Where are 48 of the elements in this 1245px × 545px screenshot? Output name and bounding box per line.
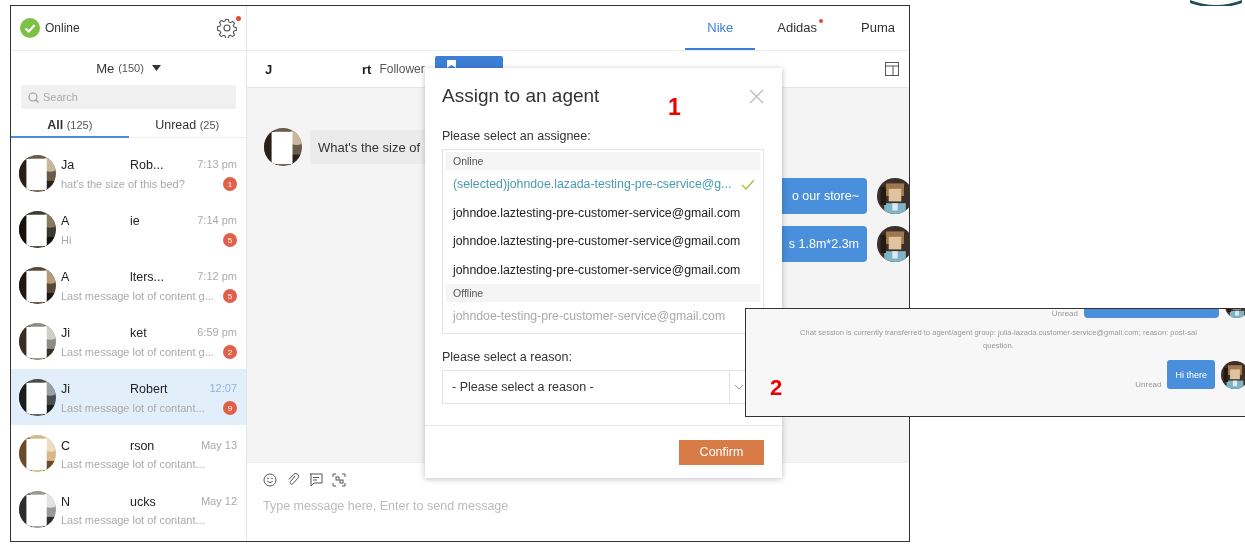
contact-name: A: [61, 214, 71, 228]
message-preview: Last message lot of contant...: [61, 514, 205, 526]
message-preview: Last message lot of contant...: [61, 402, 205, 414]
contact-name: Ja: [61, 158, 76, 172]
message-bubble: Hi there: [1167, 360, 1215, 389]
contact-name: Ji: [61, 382, 72, 396]
contact-name: rt: [362, 61, 372, 77]
message-time: 6:59 pm: [197, 326, 237, 338]
contact-name: A: [61, 270, 71, 284]
group-header: Online: [446, 152, 760, 170]
contact-name: C: [61, 439, 72, 453]
unread-badge: 9: [223, 401, 237, 415]
assignee-option: johndoe-testing-pre-customer-service@gmail.com: [446, 302, 760, 331]
contact-name: ket: [130, 326, 147, 340]
field-label: Please select a reason:: [442, 349, 573, 364]
group-header: Offline: [446, 284, 760, 302]
message-time: May 13: [200, 439, 237, 451]
contact-name: ie: [130, 214, 140, 228]
unread-badge: 2: [223, 345, 237, 359]
contact-name: N: [61, 495, 72, 509]
follower-label: Follower: [379, 62, 425, 76]
message-time: 7:13 pm: [197, 158, 237, 170]
message-time: 12:07: [209, 382, 237, 394]
contact-name: J: [265, 61, 274, 77]
message-time: 7:14 pm: [197, 214, 237, 226]
contact-name: lters...: [130, 270, 165, 284]
contact-name: ucks: [130, 495, 156, 509]
unread-badge: 1: [223, 177, 237, 191]
contact-name: rson: [130, 439, 155, 453]
contact-name: Ji: [61, 326, 72, 340]
dialog-title: Assign to an agent: [442, 85, 600, 107]
message-preview: Last message lot of content g...: [61, 290, 214, 302]
message-preview: Hi: [61, 234, 72, 246]
message-preview: Last message lot of content g...: [61, 346, 214, 358]
contact-name: Rob...: [130, 158, 164, 172]
message-preview: hat's the size of this bed?: [61, 178, 185, 190]
message-time: May 12: [200, 495, 237, 507]
message-status: Unread: [1135, 380, 1162, 389]
message-time: 7:12 pm: [197, 270, 237, 282]
annotation-number: 2: [770, 375, 783, 401]
message-status: Unread: [1051, 309, 1078, 318]
contact-name: Robert: [130, 382, 168, 396]
annotation-number: 1: [668, 94, 681, 121]
status-label: Online: [45, 21, 80, 35]
message-preview: Last message lot of contant...: [61, 458, 205, 470]
unread-badge: 5: [223, 289, 237, 303]
unread-badge: 5: [223, 233, 237, 247]
field-label: Please select an assignee:: [442, 129, 592, 143]
